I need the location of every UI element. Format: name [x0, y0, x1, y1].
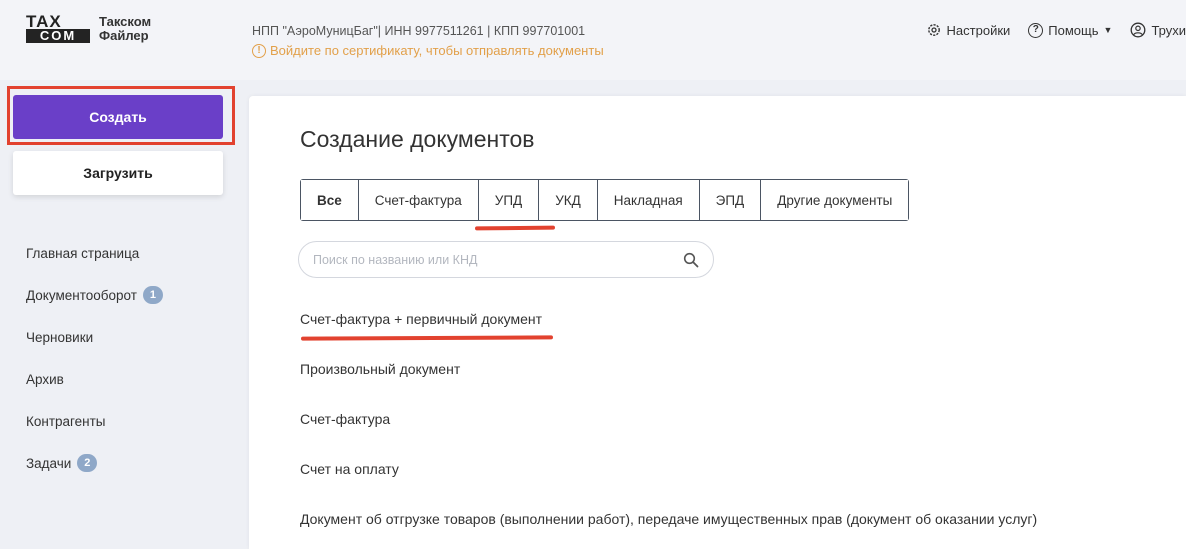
logo-text-bottom: COM [26, 29, 90, 43]
main-panel: Создание документов Все Счет-фактура УПД… [249, 96, 1186, 549]
header: TAX COM Такском Файлер НПП "АэроМуницБаг… [0, 0, 1186, 80]
sidebar-item-document-flow[interactable]: Документооборот 1 [26, 274, 163, 316]
tab-all[interactable]: Все [301, 180, 359, 220]
sidebar-item-label: Контрагенты [26, 413, 106, 429]
question-icon: ? [1028, 22, 1044, 38]
product-name-line2: Файлер [99, 28, 149, 43]
document-type-tabs: Все Счет-фактура УПД УКД Накладная ЭПД Д… [300, 179, 910, 221]
sidebar-item-label: Задачи [26, 455, 72, 471]
upd-tab-underline-annotation [474, 225, 556, 231]
sidebar-item-label: Документооборот [26, 287, 137, 303]
settings-label: Настройки [946, 22, 1011, 38]
document-list: Счет-фактура + первичный документ Произв… [300, 294, 1037, 544]
user-menu[interactable]: Трухи [1130, 22, 1186, 38]
sidebar-item-home[interactable]: Главная страница [26, 232, 163, 274]
document-item-shipment[interactable]: Документ об отгрузке товаров (выполнении… [300, 494, 1037, 544]
sidebar-item-archive[interactable]: Архив [26, 358, 163, 400]
document-item-arbitrary[interactable]: Произвольный документ [300, 344, 1037, 394]
document-item-payment-bill[interactable]: Счет на оплату [300, 444, 1037, 494]
count-badge: 2 [77, 454, 98, 472]
sidebar-item-drafts[interactable]: Черновики [26, 316, 163, 358]
tab-waybill[interactable]: Накладная [597, 180, 700, 220]
search-input[interactable] [313, 252, 677, 267]
warning-text: Войдите по сертификату, чтобы отправлять… [270, 43, 604, 58]
user-icon [1130, 22, 1146, 38]
taxcom-logo[interactable]: TAX COM [26, 13, 92, 44]
upload-button[interactable]: Загрузить [13, 151, 223, 195]
document-item-invoice[interactable]: Счет-фактура [300, 394, 1037, 444]
sidebar-item-label: Главная страница [26, 245, 140, 261]
user-name: Трухи [1151, 22, 1186, 38]
tab-upd[interactable]: УПД [478, 180, 540, 220]
product-name: Такском Файлер [99, 15, 151, 43]
sidebar-navigation: Главная страница Документооборот 1 Черно… [26, 232, 163, 484]
caret-down-icon: ▼ [1103, 25, 1113, 35]
warning-icon: ! [252, 43, 266, 58]
sidebar-item-tasks[interactable]: Задачи 2 [26, 442, 163, 484]
tab-epd[interactable]: ЭПД [699, 180, 762, 220]
help-label: Помощь [1048, 22, 1099, 38]
count-badge: 1 [142, 286, 163, 304]
help-menu[interactable]: ? Помощь ▼ [1028, 22, 1112, 38]
page-title: Создание документов [300, 126, 535, 152]
gear-icon [927, 24, 940, 36]
create-button[interactable]: Создать [13, 95, 223, 139]
search-box[interactable] [298, 241, 714, 278]
sidebar-item-counterparties[interactable]: Контрагенты [26, 400, 163, 442]
tab-ukd[interactable]: УКД [539, 180, 598, 220]
tab-other-documents[interactable]: Другие документы [761, 180, 909, 220]
settings-link[interactable]: Настройки [926, 22, 1011, 38]
search-icon[interactable] [677, 246, 705, 274]
certificate-warning[interactable]: ! Войдите по сертификату, чтобы отправля… [252, 43, 604, 58]
organization-info: НПП "АэроМуницБаг"| ИНН 9977511261 | КПП… [252, 24, 586, 38]
sidebar-item-label: Архив [26, 371, 64, 387]
sidebar-item-label: Черновики [26, 329, 94, 345]
product-name-line1: Такском [99, 14, 152, 29]
tab-invoice[interactable]: Счет-фактура [358, 180, 479, 220]
top-navigation: Настройки ? Помощь ▼ Трухи [926, 22, 1186, 38]
